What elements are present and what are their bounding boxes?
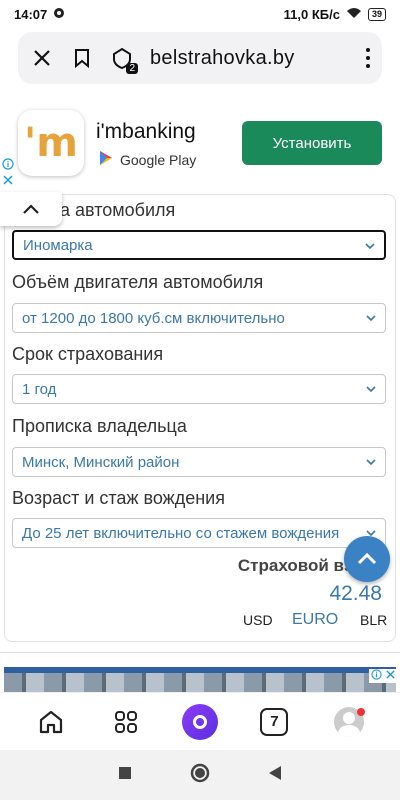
select-insurance-term[interactable]: 1 год [12, 374, 386, 404]
select-owner-registration[interactable]: Минск, Минский район [12, 447, 386, 477]
currency-usd[interactable]: USD [243, 612, 273, 628]
ad-image-beam [4, 667, 396, 673]
select-car-type[interactable]: Иномарка [12, 230, 386, 260]
services-button[interactable] [104, 700, 148, 744]
field-label-engine: Объём двигателя автомобиля [12, 272, 264, 292]
back-icon[interactable] [268, 765, 282, 786]
menu-icon[interactable] [366, 48, 370, 68]
notification-dot [356, 707, 365, 716]
google-play-icon [98, 150, 114, 169]
alice-icon [181, 703, 218, 740]
ad-choices-icon[interactable] [368, 669, 398, 683]
wifi-icon [346, 7, 362, 22]
status-bar: 14:07 11,0 КБ/с 39 [0, 0, 400, 28]
currency-euro[interactable]: EURO [292, 611, 338, 629]
scroll-to-top-button[interactable] [344, 536, 390, 582]
system-nav-bar [0, 750, 400, 800]
home-icon [40, 710, 63, 733]
site-protect-icon[interactable]: 2 [110, 46, 138, 74]
home-button[interactable] [29, 700, 73, 744]
notification-icon [53, 7, 65, 22]
alice-assistant-button[interactable] [178, 700, 222, 744]
app-logo: 'm [18, 110, 84, 176]
chevron-down-icon [365, 243, 375, 250]
chevron-down-icon [366, 315, 376, 322]
select-insurance-term-value: 1 год [22, 380, 57, 398]
url-text[interactable]: belstrahovka.by [150, 47, 295, 70]
tabs-button[interactable]: 7 [252, 700, 296, 744]
ad-app-name: i'mbanking [96, 120, 196, 143]
grid-icon [114, 710, 137, 733]
ad-store-label: Google Play [120, 151, 197, 168]
field-label-registration: Прописка владельца [12, 416, 187, 436]
ad-store: Google Play [98, 150, 196, 169]
field-label-term: Срок страхования [12, 344, 164, 364]
browser-address-bar[interactable]: 2 belstrahovka.by [18, 32, 382, 84]
site-badge: 2 [126, 63, 138, 74]
install-button[interactable]: Установить [242, 121, 382, 165]
select-car-type-value: Иномарка [23, 236, 93, 254]
ad-close-icon[interactable] [2, 174, 14, 190]
ad-banner-top[interactable]: 'm i'mbanking Google Play Установить [0, 100, 400, 192]
close-icon[interactable] [30, 46, 54, 70]
select-age-experience-value: До 25 лет включительно со стажем вождени… [22, 524, 340, 542]
battery-indicator: 39 [367, 7, 386, 21]
currency-blr[interactable]: BLR [360, 612, 387, 628]
select-engine-volume-value: от 1200 до 1800 куб.см включительно [22, 309, 285, 327]
select-owner-registration-value: Минск, Минский район [22, 453, 180, 471]
home-circle-icon[interactable] [189, 762, 211, 789]
result-value: 42.48 [329, 582, 382, 605]
tabs-count: 7 [260, 707, 289, 736]
field-label-age-experience: Возраст и стаж вождения [12, 488, 225, 508]
ad-close-icon[interactable] [385, 669, 396, 680]
select-age-experience[interactable]: До 25 лет включительно со стажем вождени… [12, 518, 386, 548]
network-speed: 11,0 КБ/с [283, 6, 340, 22]
bookmark-icon[interactable] [70, 46, 94, 70]
chevron-down-icon [366, 459, 376, 466]
browser-bottom-nav: 7 [0, 692, 400, 750]
recent-apps-icon[interactable] [118, 766, 132, 785]
ad-banner-bottom[interactable] [0, 652, 400, 692]
field-label-car-type: а автомобиля [60, 200, 176, 220]
ad-choices-icon[interactable] [2, 158, 14, 190]
select-engine-volume[interactable]: от 1200 до 1800 куб.см включительно [12, 303, 386, 333]
status-time: 14:07 [14, 6, 48, 22]
collapse-ad-button[interactable] [0, 192, 62, 226]
chevron-down-icon [366, 386, 376, 393]
profile-button[interactable] [327, 700, 371, 744]
